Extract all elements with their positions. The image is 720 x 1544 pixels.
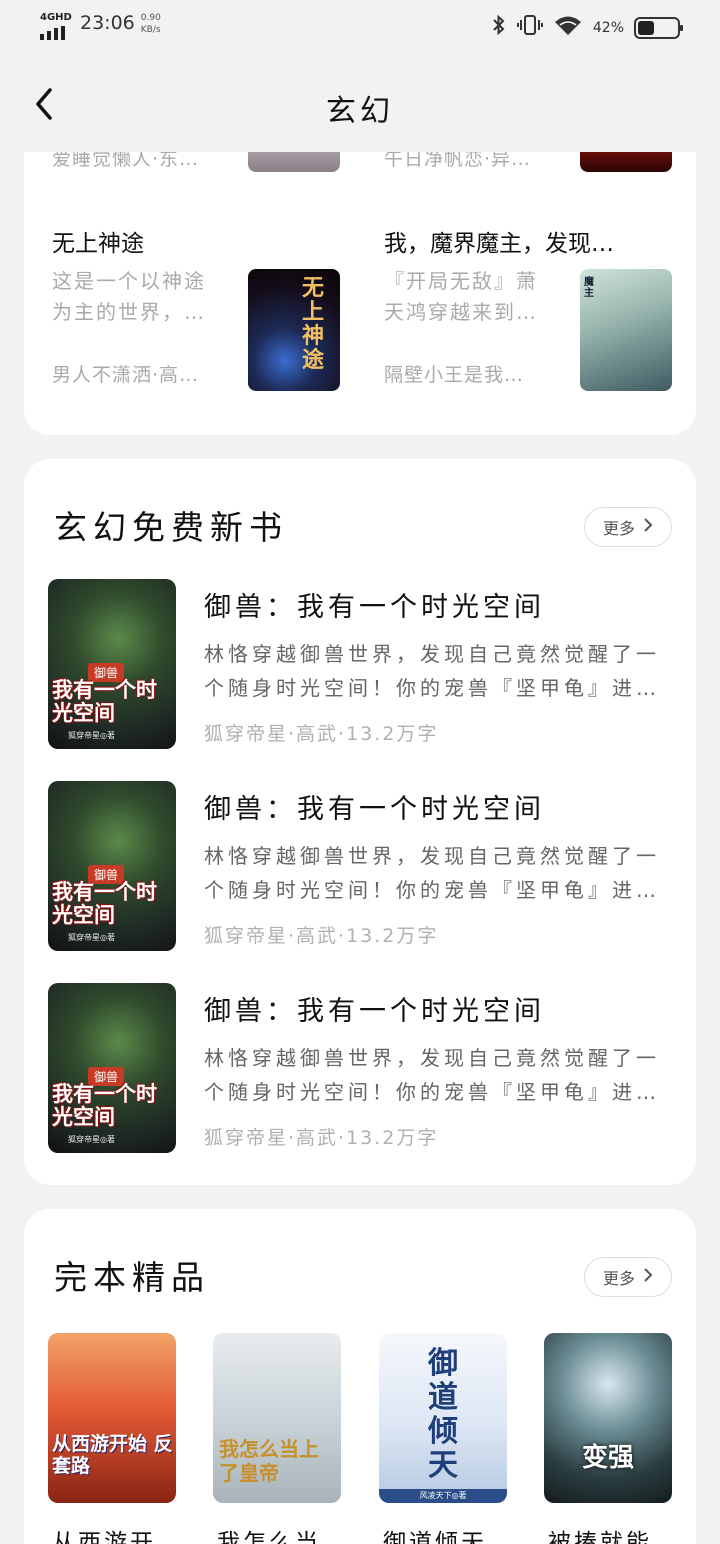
chevron-right-icon <box>643 517 653 538</box>
page-title: 玄幻 <box>326 94 394 129</box>
book-meta: 狐穿帝星·高武·13.2万字 <box>204 1127 439 1149</box>
top-book-grid: 爱睡觉懒人·东… 午日净帆恋·异… 无上神途 这是一个以神途为主的世界，… 男人… <box>24 124 696 435</box>
cover-title: 我有一个时光空间 <box>52 880 157 927</box>
grid-item[interactable]: 我，魔界魔主，发现… 『开局无敌』萧天鸿穿越来到… 隔壁小王是我… 魔主 <box>384 220 676 400</box>
clock: 23:06 <box>80 12 135 34</box>
free-new-books-section: 玄幻免费新书 更多 御兽 我有一个时光空间 狐穿帝星◎著 御兽：我有一个时光空间… <box>24 459 696 1185</box>
book-title: 御兽：我有一个时光空间 <box>204 592 545 623</box>
book-title[interactable]: 被揍就能… <box>548 1523 684 1544</box>
book-desc: 『开局无敌』萧天鸿穿越来到… <box>384 269 538 324</box>
more-button[interactable]: 更多 <box>584 507 672 547</box>
cover-author: 风凌天下◎著 <box>379 1489 507 1503</box>
book-cover[interactable]: 御道倾天 风凌天下◎著 <box>379 1333 507 1503</box>
more-label: 更多 <box>602 1269 635 1288</box>
book-title[interactable]: 从西游开… <box>52 1523 188 1544</box>
list-item[interactable]: 御兽 我有一个时光空间 狐穿帝星◎著 御兽：我有一个时光空间 林恪穿越御兽世界，… <box>48 579 672 749</box>
book-cover[interactable]: 御兽 我有一个时光空间 狐穿帝星◎著 <box>48 579 176 749</box>
vibrate-icon <box>516 14 543 41</box>
status-bar: 4GHD 23:06 0.90 KB/s 42% <box>0 0 720 56</box>
wifi-icon <box>553 14 583 41</box>
cover-author: 狐穿帝星◎著 <box>68 1135 115 1144</box>
book-title: 无上神途 <box>52 231 144 257</box>
cover-author: 狐穿帝星◎著 <box>68 933 115 942</box>
status-left: 4GHD 23:06 0.90 KB/s <box>40 12 161 40</box>
cover-title: 御道倾天 <box>428 1346 458 1483</box>
book-cover[interactable]: 御兽 我有一个时光空间 狐穿帝星◎著 <box>48 781 176 951</box>
network-speed: 0.90 KB/s <box>141 12 161 36</box>
section-title: 完本精品 <box>54 1258 210 1297</box>
book-cover[interactable]: 无上神途 <box>248 269 340 391</box>
book-cover[interactable]: 魔主 <box>580 269 672 391</box>
cover-title: 魔主 <box>584 277 594 299</box>
cover-title: 我怎么当上了皇帝 <box>219 1437 319 1485</box>
cover-title: 变强 <box>581 1443 634 1473</box>
bluetooth-icon <box>491 14 507 41</box>
section-title: 玄幻免费新书 <box>54 508 288 547</box>
battery-icon <box>634 16 683 39</box>
book-cover[interactable]: 我怎么当上了皇帝 <box>213 1333 341 1503</box>
book-cover[interactable]: 御兽 我有一个时光空间 狐穿帝星◎著 <box>48 983 176 1153</box>
book-meta: 隔壁小王是我… <box>384 364 525 386</box>
more-button[interactable]: 更多 <box>584 1257 672 1297</box>
signal-icon: 4GHD <box>40 12 72 40</box>
book-desc: 林恪穿越御兽世界，发现自己竟然觉醒了一个随身时光空间！你的宠兽『坚甲龟』进… <box>204 642 660 700</box>
completed-books-section: 完本精品 更多 从西游开始 反套路 从西游开… 我怎么当上了皇帝 我怎么当… 御… <box>24 1209 696 1544</box>
list-item[interactable]: 御兽 我有一个时光空间 狐穿帝星◎著 御兽：我有一个时光空间 林恪穿越御兽世界，… <box>48 983 672 1153</box>
chevron-right-icon <box>643 1267 653 1288</box>
grid-item[interactable]: 无上神途 这是一个以神途为主的世界，… 男人不潇洒·高… 无上神途 <box>52 220 344 400</box>
book-desc: 这是一个以神途为主的世界，… <box>52 269 206 324</box>
book-desc: 林恪穿越御兽世界，发现自己竟然觉醒了一个随身时光空间！你的宠兽『坚甲龟』进… <box>204 844 660 902</box>
book-meta: 男人不潇洒·高… <box>52 364 200 386</box>
book-title[interactable]: 御道倾天 <box>383 1523 519 1544</box>
battery-percent: 42% <box>592 19 624 36</box>
cover-author: 狐穿帝星◎著 <box>68 731 115 740</box>
cover-title: 我有一个时光空间 <box>52 678 157 725</box>
app-header: 玄幻 <box>0 56 720 152</box>
book-title: 御兽：我有一个时光空间 <box>204 794 545 825</box>
cover-title: 我有一个时光空间 <box>52 1082 157 1129</box>
network-type: 4GHD <box>40 12 72 23</box>
book-meta: 狐穿帝星·高武·13.2万字 <box>204 723 439 745</box>
book-title: 御兽：我有一个时光空间 <box>204 996 545 1027</box>
book-cover[interactable]: 变强 <box>544 1333 672 1503</box>
status-right: 42% <box>491 14 683 41</box>
book-desc: 林恪穿越御兽世界，发现自己竟然觉醒了一个随身时光空间！你的宠兽『坚甲龟』进… <box>204 1046 660 1104</box>
battery-fill <box>638 20 654 35</box>
cover-title: 从西游开始 反套路 <box>52 1433 173 1477</box>
book-cover[interactable]: 从西游开始 反套路 <box>48 1333 176 1503</box>
book-title: 我，魔界魔主，发现… <box>384 231 614 257</box>
list-item[interactable]: 御兽 我有一个时光空间 狐穿帝星◎著 御兽：我有一个时光空间 林恪穿越御兽世界，… <box>48 781 672 951</box>
speed-unit: KB/s <box>140 25 161 35</box>
book-title[interactable]: 我怎么当… <box>217 1523 353 1544</box>
speed-value: 0.90 <box>140 13 161 23</box>
book-meta: 狐穿帝星·高武·13.2万字 <box>204 925 439 947</box>
more-label: 更多 <box>602 519 635 538</box>
cover-title: 无上神途 <box>302 276 325 373</box>
